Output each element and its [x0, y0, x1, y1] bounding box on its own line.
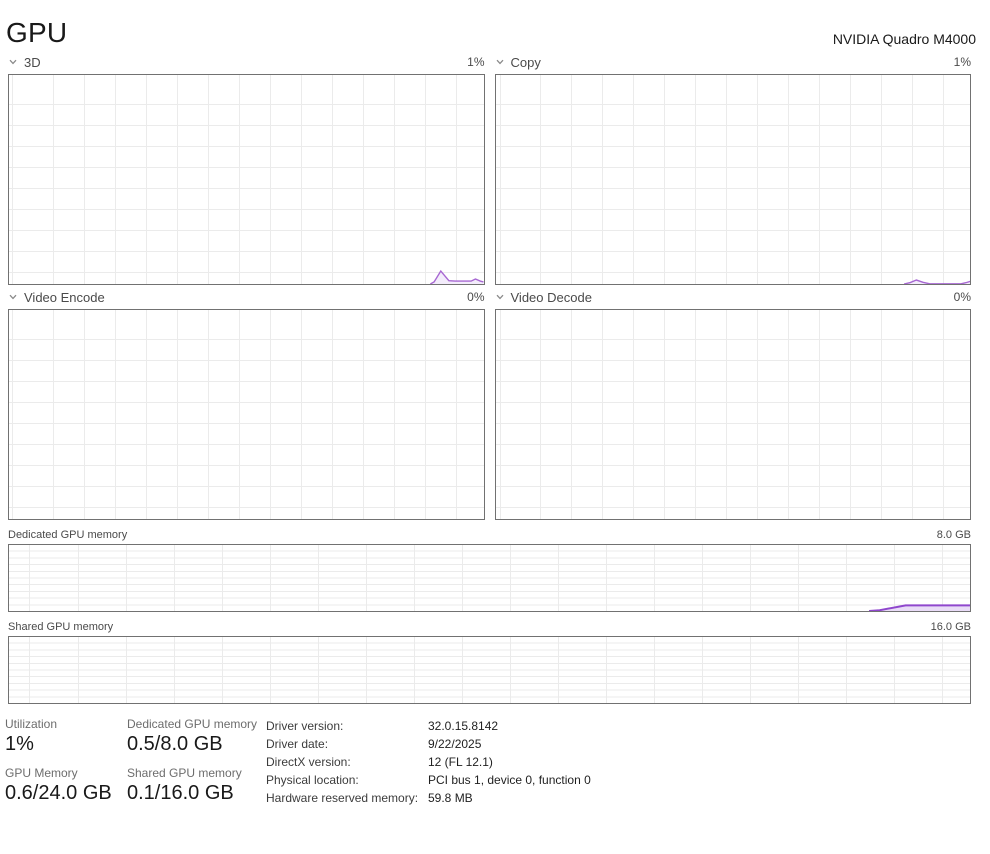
- shared-memory-sparkline: [9, 637, 970, 703]
- collapse-toggle-copy[interactable]: Copy: [495, 55, 541, 70]
- chart-label: Video Encode: [24, 290, 105, 305]
- charts-row-2: Video Encode 0% Video Decode 0%: [8, 285, 971, 520]
- chart-dedicated-memory[interactable]: [8, 544, 971, 612]
- stat-value: 0.1/16.0 GB: [127, 781, 266, 806]
- shared-memory-max: 16.0 GB: [931, 621, 971, 633]
- detail-directx-version: DirectX version: 12 (FL 12.1): [266, 753, 591, 771]
- shared-memory-head: Shared GPU memory 16.0 GB: [8, 619, 971, 633]
- detail-hardware-reserved-memory: Hardware reserved memory: 59.8 MB: [266, 789, 591, 807]
- detail-driver-version: Driver version: 32.0.15.8142: [266, 717, 591, 735]
- stat-dedicated-memory: Dedicated GPU memory 0.5/8.0 GB: [127, 717, 266, 757]
- chart-block-3d: 3D 1%: [8, 50, 485, 285]
- chart-percent: 0%: [954, 290, 971, 304]
- chart-3d-sparkline: [9, 75, 484, 284]
- collapse-toggle-video-encode[interactable]: Video Encode: [8, 290, 105, 305]
- gpu-performance-page: GPU NVIDIA Quadro M4000 3D 1% Copy: [0, 0, 990, 854]
- chart-block-video-encode: Video Encode 0%: [8, 285, 485, 520]
- chevron-down-icon: [8, 57, 18, 67]
- stat-label: Utilization: [5, 717, 127, 732]
- chevron-down-icon: [495, 57, 505, 67]
- chart-video-decode[interactable]: [495, 309, 972, 520]
- detail-driver-date: Driver date: 9/22/2025: [266, 735, 591, 753]
- collapse-toggle-video-decode[interactable]: Video Decode: [495, 290, 592, 305]
- chart-label: 3D: [24, 55, 41, 70]
- chart-3d[interactable]: [8, 74, 485, 285]
- detail-label: Physical location:: [266, 771, 428, 789]
- stat-label: Dedicated GPU memory: [127, 717, 266, 732]
- shared-memory-label: Shared GPU memory: [8, 621, 113, 633]
- detail-value: PCI bus 1, device 0, function 0: [428, 771, 591, 789]
- chart-percent: 1%: [467, 55, 484, 69]
- detail-label: Driver version:: [266, 717, 428, 735]
- detail-label: Hardware reserved memory:: [266, 789, 428, 807]
- driver-details: Driver version: 32.0.15.8142 Driver date…: [266, 717, 591, 807]
- chart-percent: 1%: [954, 55, 971, 69]
- detail-value: 9/22/2025: [428, 735, 481, 753]
- stat-label: GPU Memory: [5, 766, 127, 781]
- dedicated-memory-max: 8.0 GB: [937, 529, 971, 541]
- charts-row-1: 3D 1% Copy 1%: [8, 50, 971, 285]
- stat-value: 1%: [5, 732, 127, 757]
- stats-grid: Utilization 1% Dedicated GPU memory 0.5/…: [5, 717, 266, 806]
- stat-utilization: Utilization 1%: [5, 717, 127, 757]
- stat-value: 0.6/24.0 GB: [5, 781, 127, 806]
- collapse-toggle-3d[interactable]: 3D: [8, 55, 41, 70]
- stats-section: Utilization 1% Dedicated GPU memory 0.5/…: [5, 717, 990, 807]
- chart-block-copy: Copy 1%: [495, 50, 972, 285]
- chart-copy-sparkline: [496, 75, 971, 284]
- chart-head-video-encode: Video Encode 0%: [8, 285, 485, 309]
- stat-label: Shared GPU memory: [127, 766, 266, 781]
- chart-label: Copy: [511, 55, 541, 70]
- chevron-down-icon: [495, 292, 505, 302]
- chart-head-3d: 3D 1%: [8, 50, 485, 74]
- chart-video-decode-sparkline: [496, 310, 971, 519]
- chart-video-encode-sparkline: [9, 310, 484, 519]
- chart-block-video-decode: Video Decode 0%: [495, 285, 972, 520]
- detail-label: DirectX version:: [266, 753, 428, 771]
- chart-shared-memory[interactable]: [8, 636, 971, 704]
- chart-label: Video Decode: [511, 290, 592, 305]
- chart-head-copy: Copy 1%: [495, 50, 972, 74]
- chart-head-video-decode: Video Decode 0%: [495, 285, 972, 309]
- chart-percent: 0%: [467, 290, 484, 304]
- detail-physical-location: Physical location: PCI bus 1, device 0, …: [266, 771, 591, 789]
- dedicated-memory-head: Dedicated GPU memory 8.0 GB: [8, 527, 971, 541]
- detail-value: 12 (FL 12.1): [428, 753, 493, 771]
- detail-value: 59.8 MB: [428, 789, 473, 807]
- chevron-down-icon: [8, 292, 18, 302]
- stat-gpu-memory: GPU Memory 0.6/24.0 GB: [5, 766, 127, 806]
- page-title: GPU: [6, 16, 67, 50]
- chart-copy[interactable]: [495, 74, 972, 285]
- detail-label: Driver date:: [266, 735, 428, 753]
- page-header: GPU NVIDIA Quadro M4000: [0, 0, 990, 50]
- detail-value: 32.0.15.8142: [428, 717, 498, 735]
- dedicated-memory-sparkline: [9, 545, 970, 611]
- chart-video-encode[interactable]: [8, 309, 485, 520]
- dedicated-memory-label: Dedicated GPU memory: [8, 529, 127, 541]
- gpu-device-name: NVIDIA Quadro M4000: [833, 31, 976, 50]
- stat-value: 0.5/8.0 GB: [127, 732, 266, 757]
- stat-shared-memory: Shared GPU memory 0.1/16.0 GB: [127, 766, 266, 806]
